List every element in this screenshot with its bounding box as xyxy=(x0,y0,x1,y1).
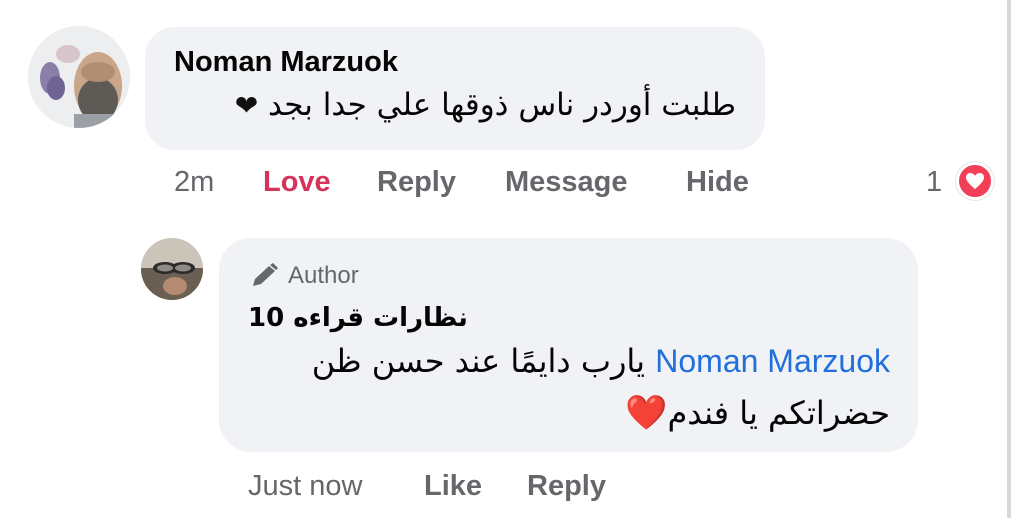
black-heart-emoji: ❤ xyxy=(234,89,259,122)
love-button[interactable]: Love xyxy=(263,166,331,199)
author-badge: Author xyxy=(250,262,359,290)
mention-link[interactable]: Noman Marzuok xyxy=(655,343,890,379)
message-button[interactable]: Message xyxy=(505,166,628,199)
reply-timestamp[interactable]: Just now xyxy=(248,470,362,503)
scrollbar-track[interactable] xyxy=(1007,0,1011,518)
reply-text: يارب دايمًا عند حسن ظن xyxy=(311,342,646,380)
page-avatar[interactable] xyxy=(141,238,203,300)
comment-timestamp[interactable]: 2m xyxy=(174,166,214,199)
reply-text-line: حضراتكم يا فندم❤️ xyxy=(248,393,890,433)
reaction-count[interactable]: 1 xyxy=(926,166,942,199)
author-badge-label: Author xyxy=(288,262,359,289)
commenter-avatar[interactable] xyxy=(28,26,130,128)
love-reaction-icon[interactable] xyxy=(956,162,994,200)
like-button[interactable]: Like xyxy=(424,470,482,503)
comment-body: طلبت أوردر ناس ذوقها علي جدا بجد xyxy=(268,87,736,123)
red-heart-emoji: ❤️ xyxy=(625,393,668,433)
reply-text: حضراتكم يا فندم xyxy=(667,394,890,432)
reply-author-name[interactable]: نظارات قراءه 10 xyxy=(248,303,468,333)
comment-thread: Noman Marzuok طلبت أوردر ناس ذوقها علي ج… xyxy=(0,0,1024,518)
reply-button[interactable]: Reply xyxy=(377,166,456,199)
comment-author-name[interactable]: Noman Marzuok xyxy=(174,46,398,79)
hide-button[interactable]: Hide xyxy=(686,166,749,199)
reply-button[interactable]: Reply xyxy=(527,470,606,503)
pencil-icon xyxy=(253,263,278,286)
reply-text-line: Noman Marzuok يارب دايمًا عند حسن ظن xyxy=(248,342,890,380)
comment-text: طلبت أوردر ناس ذوقها علي جدا بجد ❤ xyxy=(176,87,736,123)
